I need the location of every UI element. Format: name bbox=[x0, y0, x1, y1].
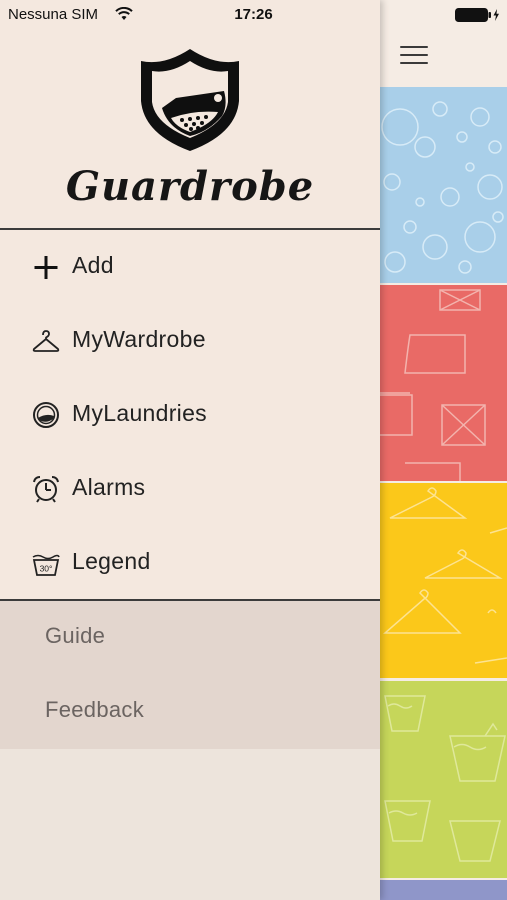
status-bar: Nessuna SIM 17:26 bbox=[0, 0, 507, 30]
menu-item-mylaundries[interactable]: MyLaundries bbox=[0, 385, 380, 445]
menu-item-mywardrobe[interactable]: MyWardrobe bbox=[0, 311, 380, 371]
alarm-clock-icon bbox=[33, 476, 59, 503]
menu-item-label: MyLaundries bbox=[72, 400, 207, 426]
washing-drum-icon bbox=[33, 402, 59, 428]
laundry-tile[interactable] bbox=[380, 681, 507, 878]
plus-icon bbox=[34, 256, 58, 279]
wash-30-degrees-icon: 30° bbox=[32, 554, 60, 576]
divider bbox=[0, 599, 380, 601]
menu-item-label: Guide bbox=[45, 623, 106, 648]
menu-item-feedback[interactable]: Feedback bbox=[0, 683, 380, 739]
hanger-icon bbox=[32, 330, 60, 352]
menu-item-label: Alarms bbox=[72, 474, 146, 500]
side-drawer: Guardrobe Add MyWardrobe MyLaundries Ala… bbox=[0, 0, 380, 900]
ironing-tile[interactable] bbox=[380, 285, 507, 481]
menu-item-label: MyWardrobe bbox=[72, 326, 206, 352]
menu-item-label: Legend bbox=[72, 548, 151, 574]
menu-item-label: Add bbox=[72, 252, 114, 278]
svg-text:30°: 30° bbox=[40, 564, 53, 574]
menu-item-alarms[interactable]: Alarms bbox=[0, 459, 380, 519]
washing-tile[interactable] bbox=[380, 87, 507, 283]
more-tile[interactable] bbox=[380, 880, 507, 900]
main-panel bbox=[380, 0, 507, 900]
menu-item-legend[interactable]: 30° Legend bbox=[0, 533, 380, 593]
shield-washing-machine-logo-icon bbox=[141, 49, 239, 151]
hamburger-menu-icon[interactable] bbox=[400, 44, 430, 68]
battery-icon bbox=[455, 8, 499, 22]
menu-item-add[interactable]: Add bbox=[0, 237, 380, 297]
menu-item-label: Feedback bbox=[45, 697, 145, 722]
wardrobe-tile[interactable] bbox=[380, 483, 507, 678]
status-clock: 17:26 bbox=[234, 6, 273, 23]
menu-item-guide[interactable]: Guide bbox=[0, 609, 380, 665]
app-title: Guardrobe bbox=[65, 163, 315, 210]
divider bbox=[0, 228, 380, 230]
